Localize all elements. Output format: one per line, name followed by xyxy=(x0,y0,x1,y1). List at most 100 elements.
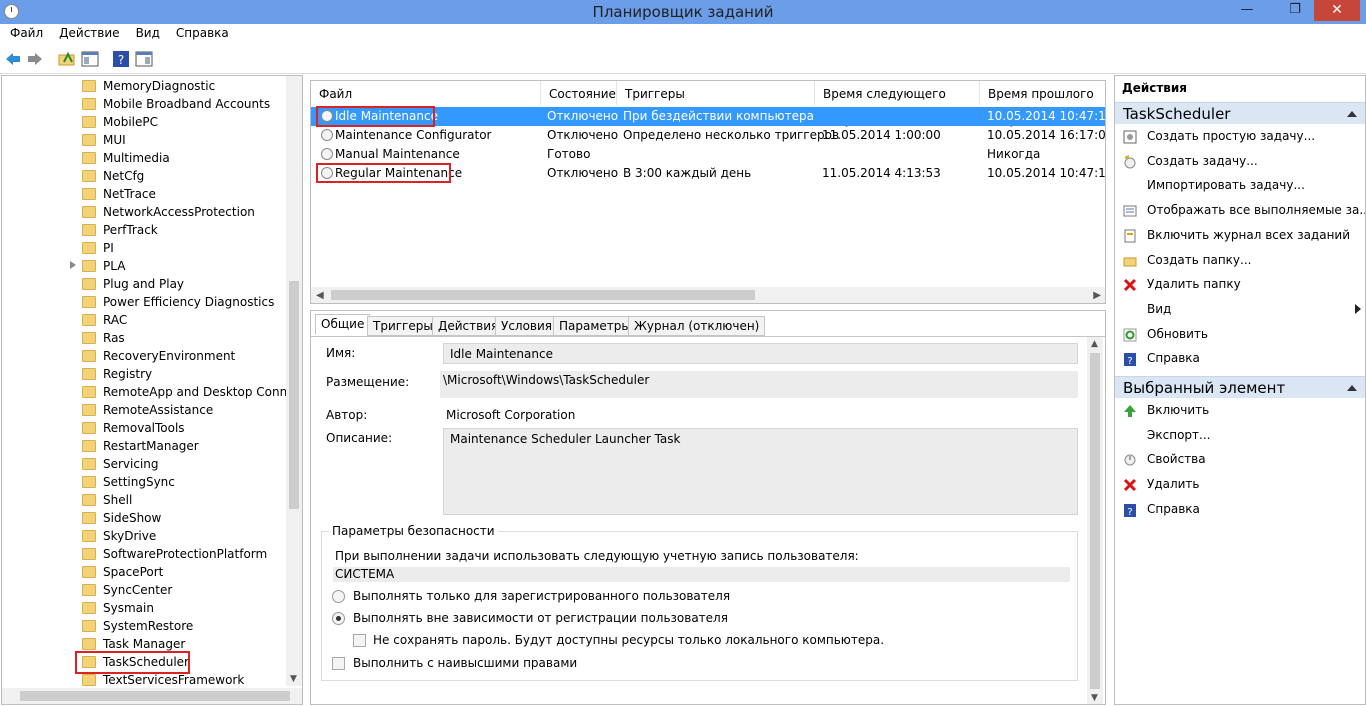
action-item[interactable]: Включить журнал всех заданий xyxy=(1115,224,1365,246)
column-header-triggers[interactable]: Триггеры xyxy=(617,81,815,105)
tree-item[interactable]: SettingSync xyxy=(2,473,286,491)
task-list-horizontal-scrollbar[interactable]: ◀ ▶ xyxy=(311,287,1105,303)
action-item[interactable]: Удалить папку xyxy=(1115,273,1365,295)
radio-whether-logged-on[interactable] xyxy=(332,612,345,625)
menu-action[interactable]: Действие xyxy=(49,24,125,40)
tab-conditions[interactable]: Условия xyxy=(495,316,559,336)
tree-item[interactable]: Servicing xyxy=(2,455,286,473)
tab-triggers[interactable]: Триггеры xyxy=(367,316,439,336)
tab-general[interactable]: Общие xyxy=(315,314,371,335)
tree-item[interactable]: PerfTrack xyxy=(2,221,286,239)
details-scroll-thumb[interactable] xyxy=(1090,353,1100,689)
tree-item[interactable]: RemovalTools xyxy=(2,419,286,437)
tree-item[interactable]: Mobile Broadband Accounts xyxy=(2,95,286,113)
action-item-label: Вид xyxy=(1147,301,1172,316)
help-icon[interactable]: ? xyxy=(112,50,130,68)
menu-view[interactable]: Вид xyxy=(126,24,166,40)
menu-file[interactable]: Файл xyxy=(0,24,49,40)
tree-item[interactable]: RemoteApp and Desktop Connecti xyxy=(2,383,302,401)
tree-item[interactable]: MUI xyxy=(2,131,286,149)
tree-item[interactable]: PI xyxy=(2,239,286,257)
show-hide-action-pane-icon[interactable] xyxy=(135,50,153,68)
tree-item[interactable]: RAC xyxy=(2,311,286,329)
tree-item[interactable]: NetCfg xyxy=(2,167,286,185)
expand-arrow-icon[interactable] xyxy=(70,261,76,269)
tree-item[interactable]: RecoveryEnvironment xyxy=(2,347,286,365)
minimize-button[interactable]: — xyxy=(1232,0,1262,21)
tree-item[interactable]: MemoryDiagnostic xyxy=(2,77,286,95)
details-vertical-scrollbar[interactable]: ▲ ▼ xyxy=(1087,337,1103,704)
action-item[interactable]: Удалить xyxy=(1115,473,1365,495)
actions-section-taskscheduler[interactable]: TaskScheduler xyxy=(1115,102,1365,124)
tree-item[interactable]: RemoteAssistance xyxy=(2,401,286,419)
tree-item[interactable]: Multimedia xyxy=(2,149,286,167)
forward-arrow-icon[interactable] xyxy=(26,50,44,68)
action-item[interactable]: Создать простую задачу... xyxy=(1115,125,1365,147)
tree-item[interactable]: Registry xyxy=(2,365,286,383)
tree-horizontal-scroll-thumb[interactable] xyxy=(20,691,290,701)
collapse-arrow-icon[interactable] xyxy=(1347,111,1357,117)
up-folder-icon[interactable] xyxy=(58,50,76,68)
action-item[interactable]: Создать папку... xyxy=(1115,249,1365,271)
tree-item[interactable]: SkyDrive xyxy=(2,527,286,545)
collapse-arrow-icon[interactable] xyxy=(1347,385,1357,391)
highest-privileges-checkbox[interactable] xyxy=(332,657,345,670)
menu-help[interactable]: Справка xyxy=(166,24,235,40)
scroll-down-arrow-icon[interactable]: ▼ xyxy=(1091,693,1098,703)
action-item[interactable]: Импортировать задачу... xyxy=(1115,174,1365,196)
scroll-left-arrow-icon[interactable]: ◀ xyxy=(316,290,324,301)
tree-item[interactable]: PLA xyxy=(2,257,286,275)
tree-item[interactable]: SyncCenter xyxy=(2,581,286,599)
column-header-next-run[interactable]: Время следующего запуска xyxy=(815,81,980,127)
actions-section-selected-item[interactable]: Выбранный элемент xyxy=(1115,376,1365,398)
tab-actions[interactable]: Действия xyxy=(432,316,505,336)
action-item[interactable]: Экспорт... xyxy=(1115,424,1365,446)
no-password-checkbox[interactable] xyxy=(353,634,366,647)
tree-item[interactable]: Shell xyxy=(2,491,286,509)
tree-item[interactable]: Sysmain xyxy=(2,599,286,617)
tree-item[interactable]: MobilePC xyxy=(2,113,286,131)
tree-scroll-thumb[interactable] xyxy=(289,281,299,509)
back-arrow-icon[interactable] xyxy=(4,50,22,68)
tree-item[interactable]: RestartManager xyxy=(2,437,286,455)
tree-item[interactable]: SystemRestore xyxy=(2,617,286,635)
show-hide-console-tree-icon[interactable] xyxy=(81,50,99,68)
action-item[interactable]: Создать задачу... xyxy=(1115,150,1365,172)
tree-item[interactable]: SpacePort xyxy=(2,563,286,581)
tree-item[interactable]: NetworkAccessProtection xyxy=(2,203,286,221)
tree-item[interactable]: Plug and Play xyxy=(2,275,286,293)
radio-logged-on-only[interactable] xyxy=(332,590,345,603)
column-header-name[interactable]: Файл xyxy=(311,81,541,105)
scroll-right-arrow-icon[interactable]: ▶ xyxy=(1093,290,1101,301)
tree-item[interactable]: SideShow xyxy=(2,509,286,527)
action-item[interactable]: ? Справка xyxy=(1115,347,1365,369)
task-row[interactable]: Maintenance Configurator Отключено Определ… xyxy=(311,126,1105,145)
action-item-label: Создать задачу... xyxy=(1147,153,1258,168)
tree-item[interactable]: TextServicesFramework xyxy=(2,671,286,689)
task-row[interactable]: Manual Maintenance Готово Никогда xyxy=(311,145,1105,164)
maximize-button[interactable]: ❐ xyxy=(1280,0,1310,21)
scroll-up-arrow-icon[interactable]: ▲ xyxy=(1091,339,1098,349)
column-header-last-run[interactable]: Время прошлого запу xyxy=(980,81,1105,127)
tab-history[interactable]: Журнал (отключен) xyxy=(628,316,766,336)
scroll-down-arrow-icon[interactable]: ▼ xyxy=(290,674,297,684)
action-item[interactable]: ? Справка xyxy=(1115,498,1365,520)
tree-vertical-scrollbar[interactable]: ▼ xyxy=(286,76,302,686)
tree-horizontal-scrollbar[interactable] xyxy=(2,688,302,704)
description-field[interactable]: Maintenance Scheduler Launcher Task xyxy=(443,428,1078,515)
action-item[interactable]: Обновить xyxy=(1115,323,1365,345)
action-item[interactable]: Вид xyxy=(1115,298,1365,320)
tree-item[interactable]: Ras xyxy=(2,329,286,347)
close-button[interactable]: ✕ xyxy=(1314,0,1360,21)
action-item[interactable]: Отображать все выполняемые за... xyxy=(1115,199,1365,221)
tab-settings[interactable]: Параметры xyxy=(553,316,637,336)
action-item[interactable]: Свойства xyxy=(1115,448,1365,470)
tree-item[interactable]: SoftwareProtectionPlatform xyxy=(2,545,286,563)
tree-item[interactable]: NetTrace xyxy=(2,185,286,203)
svg-text:?: ? xyxy=(118,53,124,67)
column-header-state[interactable]: Состояние xyxy=(541,81,617,105)
name-field[interactable]: Idle Maintenance xyxy=(443,343,1078,364)
action-item[interactable]: Включить xyxy=(1115,399,1365,421)
task-list-scroll-thumb[interactable] xyxy=(331,290,755,300)
tree-item[interactable]: Power Efficiency Diagnostics xyxy=(2,293,286,311)
